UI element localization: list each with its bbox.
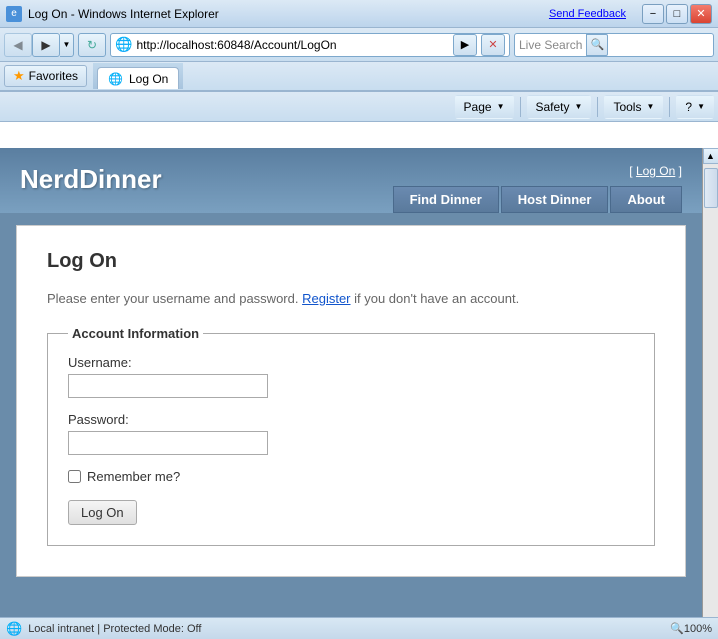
toolbar-separator-2 (597, 97, 598, 117)
star-icon: ★ (13, 68, 25, 84)
status-right: 🔍100% (670, 622, 712, 635)
logon-prefix: [ (629, 164, 636, 178)
title-bar-text: Log On - Windows Internet Explorer (28, 7, 219, 21)
back-button[interactable]: ◀ (4, 33, 32, 57)
status-zone-text: Local intranet | Protected Mode: Off (28, 623, 201, 635)
page-label: Page (464, 100, 492, 114)
login-submit-button[interactable]: Log On (68, 500, 137, 525)
logon-suffix: ] (675, 164, 682, 178)
username-label: Username: (68, 355, 634, 370)
tab-label: Log On (129, 72, 168, 86)
about-button[interactable]: About (610, 186, 682, 213)
ie-logo-icon: e (6, 6, 22, 22)
page-heading: Log On (47, 250, 655, 273)
zoom-level[interactable]: 🔍100% (670, 622, 712, 635)
tab-ie-icon: 🌐 (108, 72, 123, 86)
address-go-button[interactable]: ▶ (453, 34, 477, 56)
scroll-thumb[interactable] (704, 168, 718, 208)
live-search-wrap: Live Search 🔍 (514, 33, 714, 57)
nd-header-right: [ Log On ] Find Dinner Host Dinner About (393, 164, 682, 213)
close-button[interactable]: ✕ (690, 4, 712, 24)
nd-main-content: Log On Please enter your username and pa… (16, 225, 686, 577)
username-group: Username: (68, 355, 634, 398)
toolbar-separator-1 (520, 97, 521, 117)
help-button[interactable]: ? ▼ (676, 95, 714, 119)
status-globe-icon: 🌐 (6, 621, 22, 637)
favorites-label: Favorites (29, 69, 78, 83)
tab-log-on[interactable]: 🌐 Log On (97, 67, 179, 89)
password-group: Password: (68, 412, 634, 455)
remember-me-checkbox[interactable] (68, 470, 81, 483)
browser-content: NerdDinner [ Log On ] Find Dinner Host D… (0, 148, 702, 617)
address-refresh-button[interactable]: ✕ (481, 34, 505, 56)
username-input[interactable] (68, 374, 268, 398)
host-dinner-button[interactable]: Host Dinner (501, 186, 609, 213)
address-input-wrap: 🌐 ▶ ✕ (110, 33, 510, 57)
title-bar: e Log On - Windows Internet Explorer Sen… (0, 0, 718, 28)
forward-button[interactable]: ▶ (32, 33, 60, 57)
remember-me-row: Remember me? (68, 469, 634, 484)
maximize-button[interactable]: □ (666, 4, 688, 24)
register-link[interactable]: Register (302, 291, 350, 306)
help-dropdown-icon: ▼ (697, 102, 705, 111)
scroll-up-button[interactable]: ▲ (703, 148, 718, 164)
ie-page-icon: 🌐 (115, 36, 132, 53)
intro-prefix: Please enter your username and password. (47, 291, 302, 306)
find-dinner-button[interactable]: Find Dinner (393, 186, 499, 213)
address-bar: ◀ ▶ ▼ ↻ 🌐 ▶ ✕ Live Search 🔍 (0, 28, 718, 62)
nd-header: NerdDinner [ Log On ] Find Dinner Host D… (0, 148, 702, 213)
logon-link[interactable]: Log On (636, 164, 675, 178)
toolbar-row: Page ▼ Safety ▼ Tools ▼ ? ▼ (0, 92, 718, 122)
tools-label: Tools (613, 100, 641, 114)
help-icon: ? (685, 100, 692, 114)
window-controls: − □ ✕ (642, 4, 712, 24)
nd-nav: Find Dinner Host Dinner About (393, 186, 682, 213)
send-feedback-link[interactable]: Send Feedback (549, 8, 626, 20)
refresh-button[interactable]: ↻ (78, 33, 106, 57)
history-dropdown-button[interactable]: ▼ (60, 33, 74, 57)
toolbar-separator-3 (669, 97, 670, 117)
intro-text: Please enter your username and password.… (47, 291, 655, 306)
fieldset-legend: Account Information (68, 326, 203, 341)
remember-me-label: Remember me? (87, 469, 180, 484)
live-search-label: Live Search (515, 38, 586, 52)
title-bar-left: e Log On - Windows Internet Explorer (6, 6, 219, 22)
page-menu-button[interactable]: Page ▼ (455, 95, 514, 119)
minimize-button[interactable]: − (642, 4, 664, 24)
tools-dropdown-icon: ▼ (646, 102, 654, 111)
nd-logon-link-wrap: [ Log On ] (629, 164, 682, 178)
back-forward-group: ◀ ▶ ▼ (4, 33, 74, 57)
favorites-button[interactable]: ★ Favorites (4, 65, 87, 87)
safety-dropdown-icon: ▼ (575, 102, 583, 111)
live-search-button[interactable]: 🔍 (586, 34, 608, 56)
tools-menu-button[interactable]: Tools ▼ (604, 95, 663, 119)
status-bar: 🌐 Local intranet | Protected Mode: Off 🔍… (0, 617, 718, 639)
tab-bar: 🌐 Log On (93, 63, 183, 89)
address-input[interactable] (136, 38, 449, 52)
safety-menu-button[interactable]: Safety ▼ (527, 95, 592, 119)
intro-suffix: if you don't have an account. (351, 291, 520, 306)
scrollbar: ▲ (702, 148, 718, 617)
password-label: Password: (68, 412, 634, 427)
safety-label: Safety (536, 100, 570, 114)
password-input[interactable] (68, 431, 268, 455)
page-dropdown-icon: ▼ (497, 102, 505, 111)
nd-logo: NerdDinner (20, 164, 162, 195)
favorites-bar: ★ Favorites 🌐 Log On (0, 62, 718, 92)
account-fieldset: Account Information Username: Password: … (47, 326, 655, 546)
